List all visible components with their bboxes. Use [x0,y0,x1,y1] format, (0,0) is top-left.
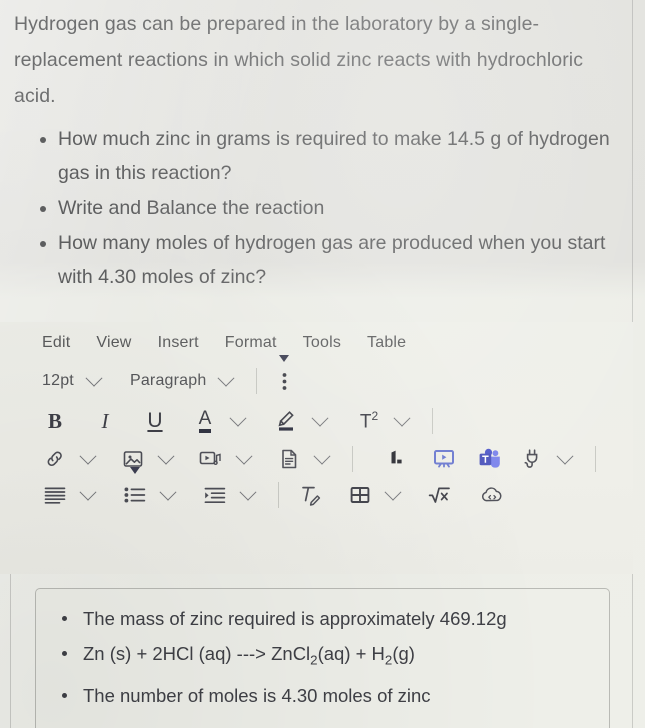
chevron-down-icon[interactable] [85,369,103,387]
italic-button[interactable]: I [92,406,118,436]
list-item: How many moles of hydrogen gas are produ… [14,226,627,294]
chevron-down-icon[interactable] [159,483,177,501]
highlighter-icon [278,411,294,431]
insert-table-button[interactable] [347,480,373,510]
cloud-embed-icon [482,487,502,502]
indent-icon [204,487,226,504]
link-icon [47,451,62,467]
font-size-select[interactable]: 12pt [42,366,74,396]
apps-button[interactable] [519,444,545,474]
chevron-down-icon[interactable] [229,409,247,427]
bulleted-list-icon [124,487,146,503]
list-item: How much zinc in grams is required to ma… [14,122,627,190]
microsoft-teams-icon [479,448,500,468]
menu-item-table[interactable]: Table [367,334,406,352]
menu-item-format[interactable]: Format [225,334,277,352]
menu-item-view[interactable]: View [96,334,131,352]
clear-formatting-icon [302,486,321,506]
insert-media-button[interactable] [198,444,224,474]
toolbar-row-paragraph [0,467,633,510]
chevron-down-icon[interactable] [393,409,411,427]
chevron-down-icon[interactable] [217,369,235,387]
editor-menubar: Edit View Insert Format Tools Table [0,322,633,352]
list-item: Zn (s) + 2HCl (aq) ---> ZnCl2(aq) + H2(g… [54,638,595,676]
superscript-button[interactable]: T2 [356,406,382,436]
answer-textarea[interactable]: The mass of zinc required is approximate… [35,588,610,728]
chevron-down-icon[interactable] [79,483,97,501]
toolbar-row-insert [0,444,633,474]
toolbar-divider [278,482,279,508]
menu-item-insert[interactable]: Insert [158,334,199,352]
chevron-down-icon[interactable] [235,447,253,465]
answer-bullet-list: The mass of zinc required is approximate… [54,603,595,711]
block-format-select[interactable]: Paragraph [130,366,207,396]
chevron-down-icon[interactable] [313,447,331,465]
superscript-glyph: T2 [359,408,379,433]
screen-capture-button[interactable] [431,444,457,474]
bulleted-list-button[interactable] [122,467,148,510]
align-button[interactable] [42,480,68,510]
lti-tool-icon [391,450,402,464]
question-bullet-list: How much zinc in grams is required to ma… [14,122,627,294]
rich-content-editor: Edit View Insert Format Tools Table 12pt… [0,322,633,574]
text-color-letter: A [198,409,212,433]
list-item: The mass of zinc required is approximate… [54,603,595,634]
text-color-button[interactable]: A [192,406,218,436]
math-equation-button[interactable] [427,480,453,510]
cursor-caret-marker [279,355,290,362]
page-edge-rule-left [10,572,11,728]
media-icon [199,451,221,466]
toolbar-divider [256,368,258,394]
embed-code-button[interactable] [479,480,505,510]
insert-document-button[interactable] [276,444,302,474]
align-icon [44,487,66,504]
indent-button[interactable] [202,480,228,510]
list-item: Write and Balance the reaction [14,191,627,225]
screen-capture-icon [434,450,454,468]
cursor-caret-marker [130,467,140,474]
toolbar-divider [595,446,596,472]
toolbar-row-inline: B I U A T2 [0,406,633,436]
highlight-color-button[interactable] [274,406,300,436]
question-paragraph: Hydrogen gas can be prepared in the labo… [14,13,584,107]
lti-tool-button[interactable] [385,444,411,474]
chevron-down-icon[interactable] [79,447,97,465]
chevron-down-icon[interactable] [157,447,175,465]
question-prompt: Hydrogen gas can be prepared in the labo… [0,0,645,295]
chevron-down-icon[interactable] [384,483,402,501]
more-options-button[interactable] [275,355,293,396]
insert-link-button[interactable] [42,444,68,474]
underline-button[interactable]: U [142,406,168,436]
chevron-down-icon[interactable] [311,409,329,427]
chevron-down-icon[interactable] [556,447,574,465]
menu-item-tools[interactable]: Tools [303,334,341,352]
toolbar-divider [352,446,353,472]
menu-item-edit[interactable]: Edit [42,334,70,352]
clear-formatting-button[interactable] [297,480,323,510]
bold-button[interactable]: B [42,406,68,436]
toolbar-row-format: 12pt Paragraph [0,355,633,396]
math-sqrt-icon [428,487,450,503]
microsoft-teams-button[interactable] [477,444,503,474]
plug-apps-icon [524,449,538,468]
list-item: The number of moles is 4.30 moles of zin… [54,680,595,711]
screenshot-page: Hydrogen gas can be prepared in the labo… [0,0,645,728]
toolbar-divider [432,408,433,434]
kebab-menu-icon [282,372,287,390]
chevron-down-icon[interactable] [239,483,257,501]
document-icon [282,449,297,469]
table-icon [350,487,370,503]
